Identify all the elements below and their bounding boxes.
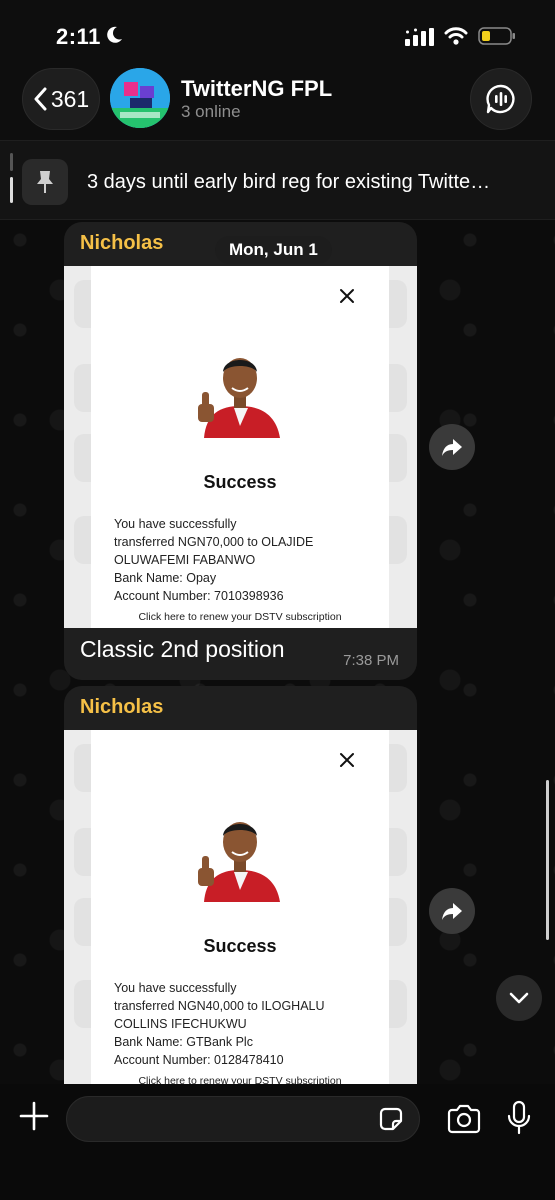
chat-header: 361 TwitterNG FPL 3 online: [0, 62, 555, 138]
voice-chat-icon: [486, 84, 515, 114]
success-title: Success: [203, 936, 277, 956]
message-caption: Classic 2nd position: [80, 636, 285, 662]
signal-icon: [405, 28, 434, 46]
date-separator: Mon, Jun 1: [215, 236, 332, 264]
scroll-to-bottom-button[interactable]: [496, 975, 542, 1021]
sticker-icon: [379, 1107, 403, 1131]
sender-name[interactable]: Nicholas: [80, 696, 163, 719]
receipt-image[interactable]: Success You have successfully transferre…: [64, 730, 417, 1086]
forward-icon: [442, 903, 462, 920]
success-title: Success: [203, 472, 277, 492]
thumbs-up-avatar-icon: [198, 822, 280, 902]
chevron-down-icon: [509, 992, 529, 1004]
renew-link: Click here to renew your DSTV subscripti…: [138, 611, 342, 623]
forward-button[interactable]: [429, 888, 475, 934]
message-composer: [0, 1084, 555, 1200]
camera-button[interactable]: [444, 1100, 484, 1138]
camera-icon: [447, 1104, 481, 1134]
transfer-details: You have successfully transferred NGN40,…: [114, 979, 374, 1069]
group-title[interactable]: TwitterNG FPL: [181, 76, 332, 102]
voice-chat-button[interactable]: [470, 68, 532, 130]
moon-icon: [107, 26, 122, 43]
chevron-left-icon: [34, 87, 47, 111]
pinned-message-text: 3 days until early bird reg for existing…: [87, 171, 491, 193]
bank-name: Bank Name: Opay: [114, 571, 217, 585]
unread-count: 361: [50, 85, 90, 112]
pinned-indicator: [10, 153, 13, 203]
status-bar: 2:11: [0, 0, 555, 62]
success-modal: Success You have successfully transferre…: [91, 730, 389, 1086]
detail-line: You have successfully: [114, 517, 237, 531]
forward-icon: [442, 439, 462, 456]
sticker-button[interactable]: [374, 1102, 408, 1136]
pin-button[interactable]: [22, 159, 68, 205]
message-time: 7:38 PM: [343, 652, 399, 669]
microphone-button[interactable]: [502, 1098, 536, 1138]
thumbs-up-avatar-icon: [198, 358, 280, 438]
detail-line: transferred NGN40,000 to ILOGHALU: [114, 999, 325, 1013]
bank-name: Bank Name: GTBank Plc: [114, 1035, 253, 1049]
receipt-image[interactable]: Success You have successfully transferre…: [64, 266, 417, 628]
attach-button[interactable]: [14, 1096, 54, 1136]
battery-icon: [478, 27, 515, 45]
back-button[interactable]: 361: [22, 68, 100, 130]
sender-name[interactable]: Nicholas: [80, 232, 163, 255]
group-avatar[interactable]: [110, 68, 170, 128]
detail-line: COLLINS IFECHUKWU: [114, 1017, 247, 1031]
message-input[interactable]: [66, 1096, 420, 1142]
scrollbar[interactable]: [546, 780, 549, 940]
close-icon: [340, 753, 354, 767]
account-number: Account Number: 0128478410: [114, 1053, 284, 1067]
success-modal: Success You have successfully transferre…: [91, 266, 389, 628]
detail-line: You have successfully: [114, 981, 237, 995]
wifi-icon: [444, 27, 468, 45]
account-number: Account Number: 7010398936: [114, 589, 284, 603]
pin-icon: [37, 171, 53, 193]
status-time: 2:11: [56, 24, 101, 49]
group-avatar-art: [110, 68, 170, 128]
pinned-message-bar[interactable]: 3 days until early bird reg for existing…: [0, 140, 555, 220]
message-bubble[interactable]: Nicholas Success You have successfully t…: [64, 222, 417, 680]
message-bubble[interactable]: Nicholas Success You have successfully t…: [64, 686, 417, 1086]
transfer-details: You have successfully transferred NGN70,…: [114, 515, 374, 605]
plus-icon: [19, 1101, 49, 1131]
close-icon: [340, 289, 354, 303]
online-status: 3 online: [181, 102, 241, 121]
microphone-icon: [507, 1100, 531, 1135]
detail-line: transferred NGN70,000 to OLAJIDE: [114, 535, 314, 549]
detail-line: OLUWAFEMI FABANWO: [114, 553, 256, 567]
forward-button[interactable]: [429, 424, 475, 470]
